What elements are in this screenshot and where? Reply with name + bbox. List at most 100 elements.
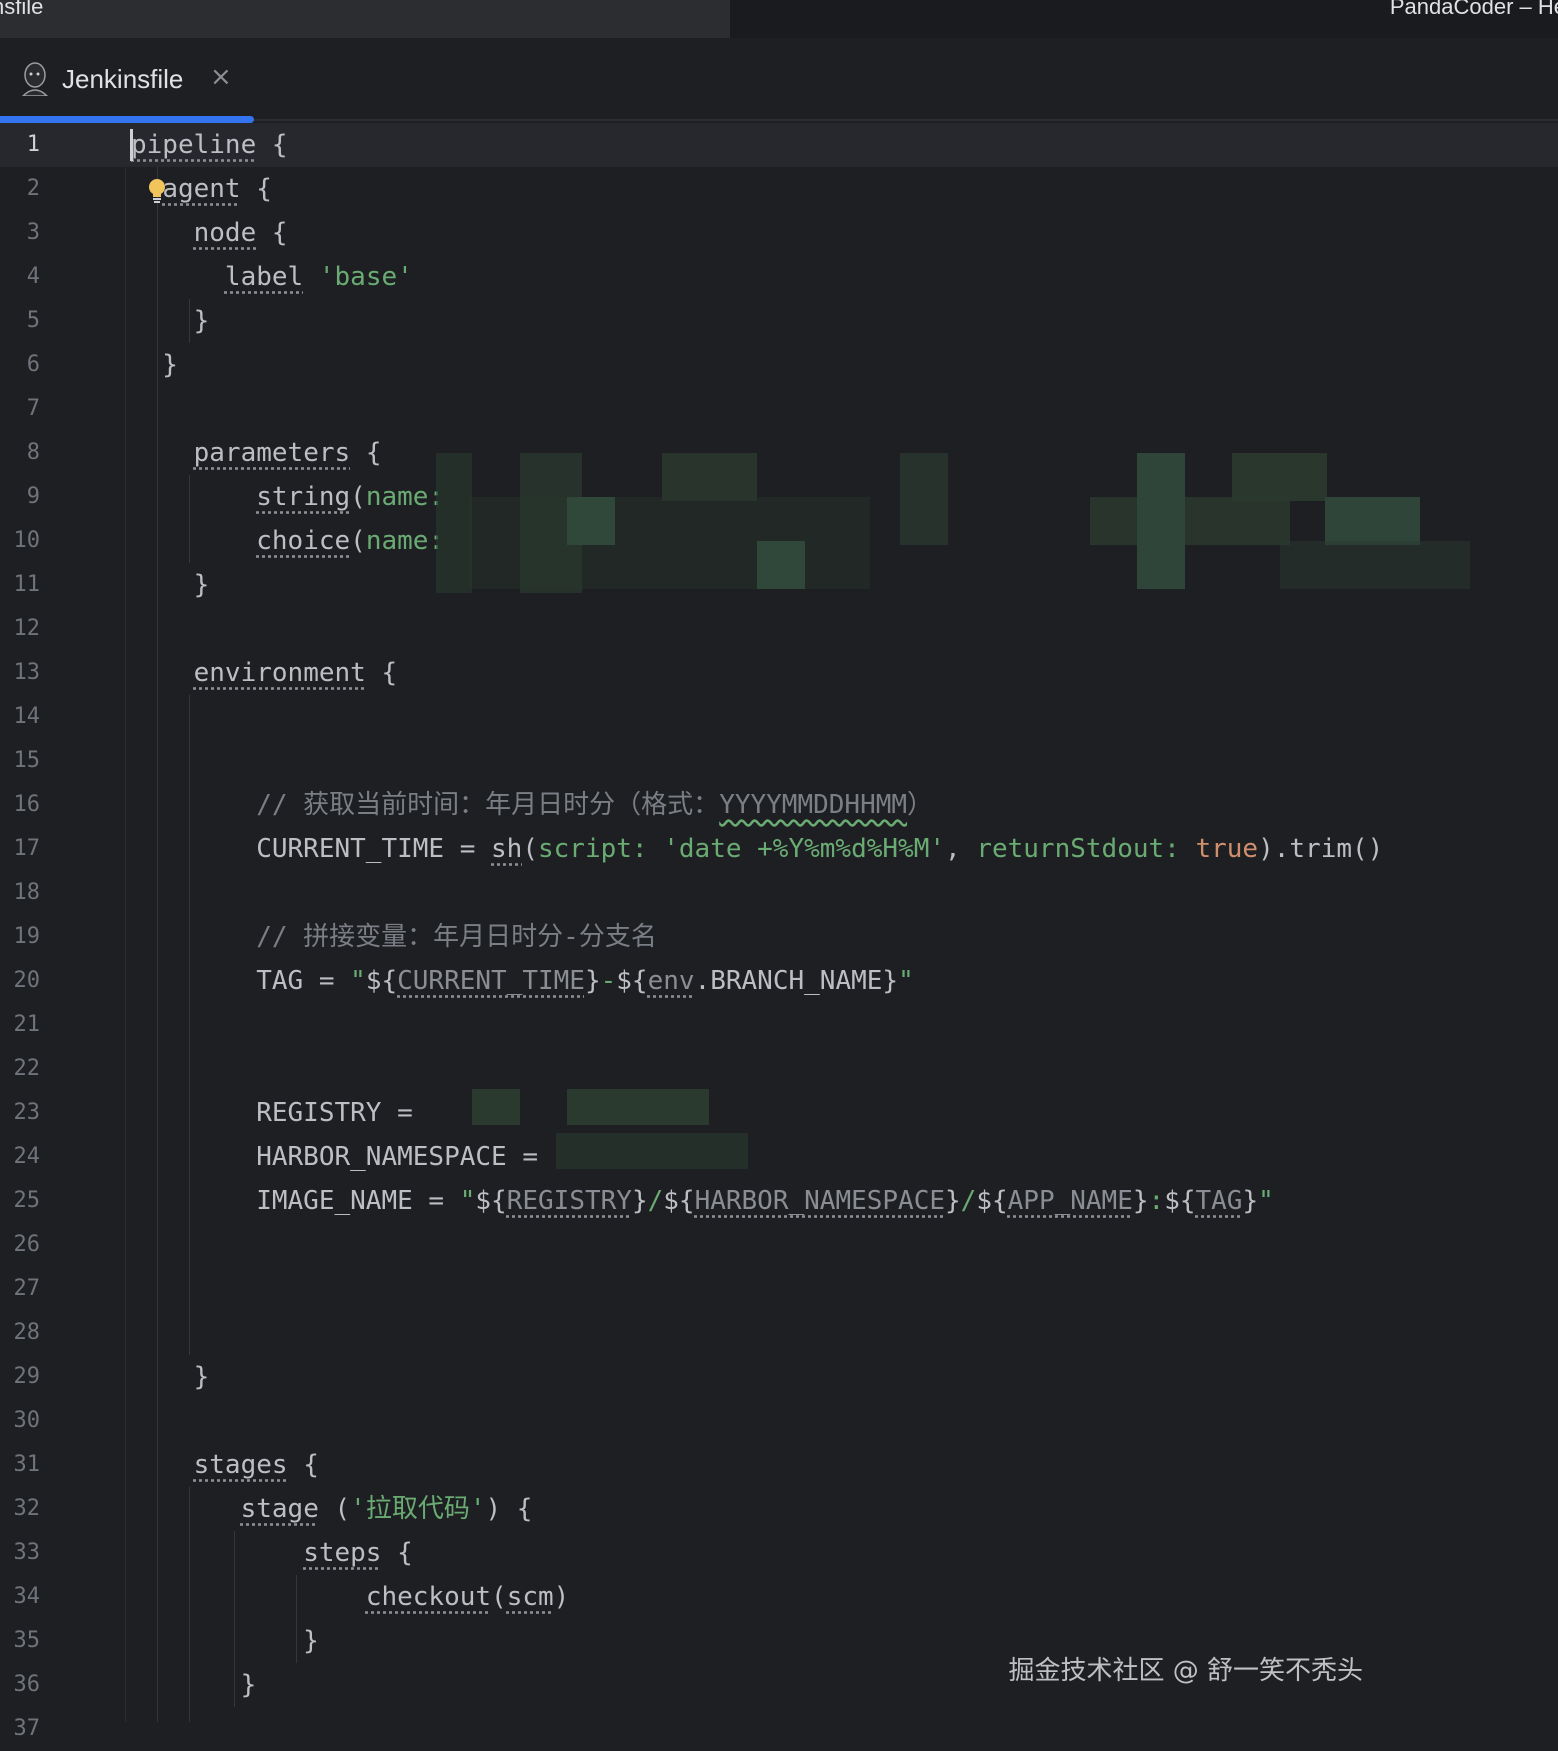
line-number[interactable]: 9 [0, 475, 40, 519]
code-text: // 拼接变量：年月日时分-分支名 [131, 915, 657, 959]
code-text: } [131, 1619, 319, 1663]
code-line[interactable]: 19 // 拼接变量：年月日时分-分支名 [0, 915, 1558, 959]
line-number[interactable]: 23 [0, 1091, 41, 1135]
code-token: / [960, 1186, 977, 1216]
code-text: environment { [131, 651, 398, 695]
code-line[interactable]: 4 label 'base' [0, 255, 1558, 299]
code-line[interactable]: 3 node { [0, 211, 1558, 255]
line-number[interactable]: 11 [0, 563, 41, 607]
code-line[interactable]: 20 TAG = "${CURRENT_TIME}-${env.BRANCH_N… [0, 959, 1558, 1003]
code-token: " [1258, 1186, 1274, 1216]
code-text: } [131, 1663, 257, 1707]
line-number[interactable]: 3 [0, 211, 40, 255]
code-line[interactable]: 22 [0, 1047, 1558, 1091]
code-token: node [193, 218, 257, 248]
line-number[interactable]: 35 [0, 1619, 41, 1663]
line-number[interactable]: 7 [0, 387, 40, 431]
line-number[interactable]: 31 [0, 1443, 41, 1487]
code-line[interactable]: 21 [0, 1003, 1558, 1047]
code-line[interactable]: 14 [0, 695, 1558, 739]
code-token: APP_NAME [1007, 1186, 1133, 1216]
code-text: pipeline { [131, 123, 288, 167]
code-line[interactable]: 24 HARBOR_NAMESPACE = [0, 1135, 1558, 1179]
code-editor[interactable]: 1 pipeline {2 agent {3 node {4 label 'bas… [0, 123, 1558, 1741]
tab-jenkinsfile[interactable]: Jenkinsfile × [0, 38, 254, 123]
lightbulb-icon[interactable] [148, 179, 166, 205]
line-number[interactable]: 18 [0, 871, 41, 915]
code-text: TAG = "${CURRENT_TIME}-${env.BRANCH_NAME… [131, 959, 914, 1003]
line-number[interactable]: 19 [0, 915, 41, 959]
code-line[interactable]: 2 agent { [0, 167, 1558, 211]
code-line[interactable]: 1 pipeline { [0, 123, 1558, 167]
code-line[interactable]: 7 [0, 387, 1558, 431]
code-line[interactable]: 32 stage ('拉取代码') { [0, 1487, 1558, 1531]
line-number[interactable]: 1 [0, 123, 40, 167]
line-number[interactable]: 13 [0, 651, 41, 695]
code-line[interactable]: 18 [0, 871, 1558, 915]
line-number[interactable]: 16 [0, 783, 41, 827]
line-number[interactable]: 34 [0, 1575, 41, 1619]
code-line[interactable]: 25 IMAGE_NAME = "${REGISTRY}/${HARBOR_NA… [0, 1179, 1558, 1223]
line-number[interactable]: 25 [0, 1179, 41, 1223]
line-number[interactable]: 37 [0, 1707, 41, 1751]
code-line[interactable]: 26 [0, 1223, 1558, 1267]
line-number[interactable]: 32 [0, 1487, 41, 1531]
line-number[interactable]: 2 [0, 167, 40, 211]
code-token: pipeline [131, 130, 257, 160]
code-text: stage ('拉取代码') { [131, 1487, 533, 1531]
line-number[interactable]: 6 [0, 343, 40, 387]
code-line[interactable]: 23 REGISTRY = [0, 1091, 1558, 1135]
code-token: ${ [475, 1186, 507, 1216]
code-line[interactable]: 5 } [0, 299, 1558, 343]
line-number[interactable]: 26 [0, 1223, 41, 1267]
line-number[interactable]: 4 [0, 255, 40, 299]
code-line[interactable]: 30 [0, 1399, 1558, 1443]
code-line[interactable]: 27 [0, 1267, 1558, 1311]
line-number[interactable]: 21 [0, 1003, 41, 1047]
code-line[interactable]: 17 CURRENT_TIME = sh(script: 'date +%Y%m… [0, 827, 1558, 871]
code-line[interactable]: 12 [0, 607, 1558, 651]
code-text: } [131, 1355, 210, 1399]
close-icon[interactable]: × [210, 62, 232, 92]
jenkins-icon [21, 62, 49, 96]
line-number[interactable]: 17 [0, 827, 41, 871]
code-line[interactable]: 31 stages { [0, 1443, 1558, 1487]
line-number[interactable]: 36 [0, 1663, 41, 1707]
code-token: 'date +%Y%m%d%H%M' [663, 834, 945, 864]
code-line[interactable]: 28 [0, 1311, 1558, 1355]
code-line[interactable]: 15 [0, 739, 1558, 783]
text-caret [130, 129, 133, 161]
code-token: / [647, 1186, 664, 1216]
line-number[interactable]: 27 [0, 1267, 41, 1311]
line-number[interactable]: 12 [0, 607, 41, 651]
code-line[interactable]: 13 environment { [0, 651, 1558, 695]
line-number[interactable]: 28 [0, 1311, 41, 1355]
line-number[interactable]: 10 [0, 519, 41, 563]
code-token: " [898, 966, 914, 996]
line-number[interactable]: 8 [0, 431, 40, 475]
line-number[interactable]: 15 [0, 739, 41, 783]
line-number[interactable]: 29 [0, 1355, 41, 1399]
line-number[interactable]: 33 [0, 1531, 41, 1575]
line-number[interactable]: 5 [0, 299, 40, 343]
code-line[interactable]: 33 steps { [0, 1531, 1558, 1575]
code-token: '拉取代码' [350, 1494, 486, 1524]
line-number[interactable]: 14 [0, 695, 41, 739]
code-line[interactable]: 6 } [0, 343, 1558, 387]
code-line[interactable]: 37 [0, 1707, 1558, 1751]
code-text: node { [131, 211, 288, 255]
code-line[interactable]: 34 checkout(scm) [0, 1575, 1558, 1619]
code-token: REGISTRY = [131, 1098, 429, 1128]
code-token: } [631, 1186, 648, 1216]
code-line[interactable]: 16 // 获取当前时间：年月日时分（格式：YYYYMMDDHHMM） [0, 783, 1558, 827]
code-token: } [131, 570, 210, 600]
line-number[interactable]: 30 [0, 1399, 41, 1443]
line-number[interactable]: 22 [0, 1047, 41, 1091]
line-number[interactable]: 20 [0, 959, 41, 1003]
code-line[interactable]: 29 } [0, 1355, 1558, 1399]
code-token: returnStdout: [976, 834, 1196, 864]
code-token: HARBOR_NAMESPACE [694, 1186, 946, 1216]
line-number[interactable]: 24 [0, 1135, 41, 1179]
